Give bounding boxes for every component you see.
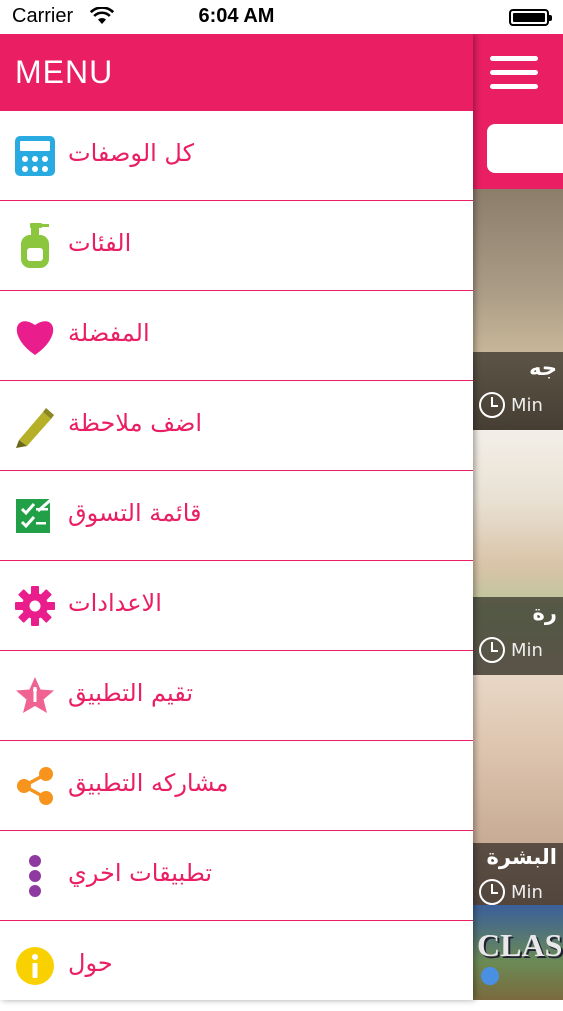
menu-item-label: اضف ملاحظة xyxy=(68,409,203,437)
checklist-icon xyxy=(12,493,58,539)
menu-item-shopping-list[interactable]: قائمة التسوق xyxy=(0,471,473,561)
share-icon xyxy=(12,763,58,809)
menu-item-categories[interactable]: الفئات xyxy=(0,201,473,291)
clock-icon xyxy=(479,637,505,663)
recipe-caption: رة Min xyxy=(473,597,563,675)
menu-item-all-recipes[interactable]: كل الوصفات xyxy=(0,111,473,201)
gear-icon xyxy=(12,583,58,629)
menu-item-label: تطبيقات اخري xyxy=(68,859,213,887)
drawer-title: MENU xyxy=(15,54,114,90)
status-bar: Carrier 6:04 AM xyxy=(0,0,563,34)
more-vertical-icon xyxy=(12,853,58,899)
menu-item-label: المفضلة xyxy=(68,319,150,347)
clock-time: 6:04 AM xyxy=(198,5,275,27)
ad-banner[interactable]: CLAS xyxy=(473,905,563,1000)
battery-icon xyxy=(509,9,552,26)
menu-item-label: مشاركه التطبيق xyxy=(68,769,229,797)
recipe-caption: البشرة Min xyxy=(473,843,563,905)
recipe-time: Min xyxy=(479,392,543,418)
recipe-time: Min xyxy=(479,879,543,905)
menu-item-label: تقيم التطبيق xyxy=(68,679,194,707)
menu-item-share-app[interactable]: مشاركه التطبيق xyxy=(0,741,473,831)
heart-icon xyxy=(12,313,58,359)
recipe-card[interactable]: جه Min xyxy=(473,189,563,430)
ad-title: CLAS xyxy=(477,927,563,963)
search-input[interactable] xyxy=(487,124,563,173)
menu-item-label: حول xyxy=(68,949,113,977)
drawer-header: MENU xyxy=(0,34,473,111)
navigation-drawer: MENU كل الوصفات الفئات المفضلة اضف ملاحظ… xyxy=(0,34,473,1000)
menu-item-other-apps[interactable]: تطبيقات اخري xyxy=(0,831,473,921)
recipe-time-label: Min xyxy=(511,394,543,416)
recipe-time-label: Min xyxy=(511,881,543,903)
recipe-title: البشرة xyxy=(486,845,558,869)
menu-item-favorites[interactable]: المفضلة xyxy=(0,291,473,381)
recipe-card[interactable]: البشرة Min xyxy=(473,675,563,905)
menu-item-rate-app[interactable]: تقيم التطبيق xyxy=(0,651,473,741)
recipe-time: Min xyxy=(479,637,543,663)
clock-icon xyxy=(479,879,505,905)
menu-list: كل الوصفات الفئات المفضلة اضف ملاحظة قائ… xyxy=(0,111,473,1011)
menu-item-add-note[interactable]: اضف ملاحظة xyxy=(0,381,473,471)
clock-icon xyxy=(479,392,505,418)
hamburger-menu-icon[interactable] xyxy=(490,56,538,90)
menu-item-settings[interactable]: الاعدادات xyxy=(0,561,473,651)
pencil-icon xyxy=(12,403,58,449)
menu-item-label: كل الوصفات xyxy=(68,139,195,167)
menu-item-label: الاعدادات xyxy=(68,589,162,617)
recipe-time-label: Min xyxy=(511,639,543,661)
menu-item-label: الفئات xyxy=(68,229,132,257)
calculator-icon xyxy=(12,133,58,179)
menu-item-about[interactable]: حول xyxy=(0,921,473,1011)
info-icon xyxy=(12,943,58,989)
star-icon xyxy=(12,673,58,719)
recipe-title: جه xyxy=(529,356,557,380)
recipe-caption: جه Min xyxy=(473,352,563,430)
menu-item-label: قائمة التسوق xyxy=(68,499,202,527)
lotion-bottle-icon xyxy=(12,223,58,269)
recipe-card[interactable]: رة Min xyxy=(473,430,563,675)
recipe-title: رة xyxy=(532,601,558,625)
info-icon[interactable] xyxy=(481,967,499,985)
